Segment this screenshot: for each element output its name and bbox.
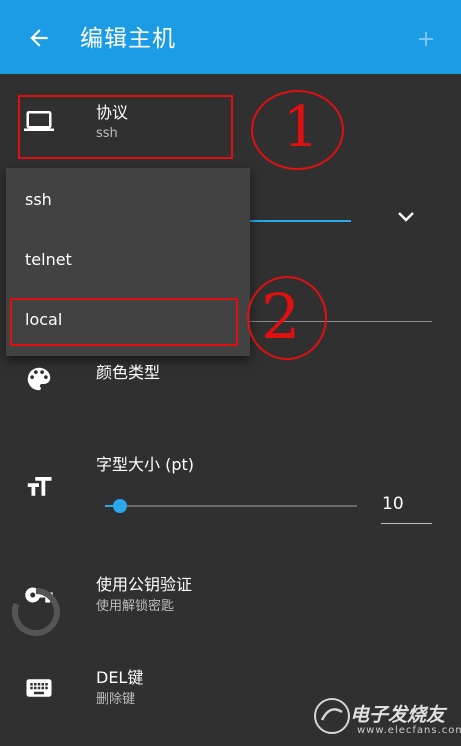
color-scheme-label: 颜色类型 bbox=[96, 363, 161, 382]
pubkey-label: 使用公钥验证 bbox=[96, 575, 193, 594]
keyboard-icon bbox=[26, 679, 52, 697]
annotation-digit-one: 1 bbox=[283, 95, 319, 160]
font-size-slider-thumb[interactable] bbox=[113, 499, 128, 513]
del-key-subtitle: 删除键 bbox=[96, 692, 136, 707]
menu-item-ssh[interactable]: ssh bbox=[6, 170, 250, 230]
color-scheme-row[interactable]: 颜色类型 bbox=[0, 348, 461, 428]
arrow-left-icon[interactable] bbox=[26, 25, 52, 51]
del-key-label: DEL键 bbox=[96, 668, 144, 687]
host-field-underline bbox=[250, 220, 351, 222]
chevron-down-icon[interactable] bbox=[397, 210, 415, 224]
annotation-digit-two: 2 bbox=[261, 280, 301, 353]
page-title: 编辑主机 bbox=[80, 26, 176, 52]
font-size-value-underline bbox=[381, 523, 432, 524]
font-size-label: 字型大小 (pt) bbox=[96, 455, 195, 474]
menu-item-telnet[interactable]: telnet bbox=[6, 230, 250, 290]
plus-icon[interactable] bbox=[414, 27, 438, 51]
watermark-url: www.elecfans.com bbox=[357, 725, 461, 736]
font-size-row: 字型大小 (pt) bbox=[0, 440, 461, 540]
font-size-value-input[interactable]: 10 bbox=[382, 494, 404, 514]
app-bar: 编辑主机 bbox=[0, 0, 461, 74]
annotation-box-local bbox=[10, 298, 238, 346]
annotation-box-protocol bbox=[18, 95, 233, 159]
loading-spinner-icon bbox=[11, 588, 60, 636]
pubkey-row[interactable]: 使用公钥验证 使用解锁密匙 bbox=[0, 560, 461, 640]
text-size-icon bbox=[27, 477, 52, 496]
palette-icon bbox=[27, 367, 51, 391]
pubkey-subtitle: 使用解锁密匙 bbox=[96, 599, 175, 614]
font-size-slider-track[interactable] bbox=[105, 505, 357, 507]
watermark-text: 电子发烧友 bbox=[350, 704, 446, 726]
